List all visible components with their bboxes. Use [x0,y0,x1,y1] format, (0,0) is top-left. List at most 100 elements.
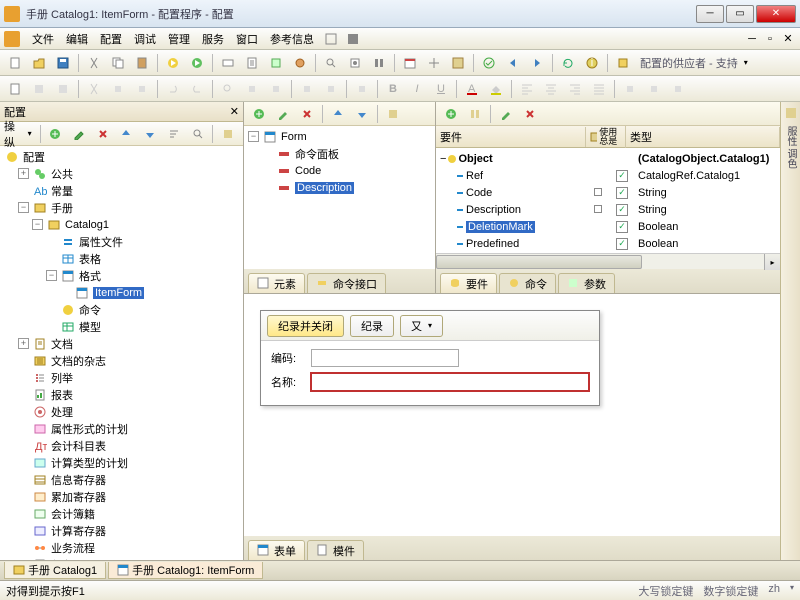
at-add-icon[interactable] [440,103,462,125]
tree-commands[interactable]: 命令 [0,301,243,318]
tab-elements[interactable]: 元素 [248,273,305,293]
tree-common[interactable]: +公共 [0,165,243,182]
tree-accumreg[interactable]: 累加寄存器 [0,488,243,505]
cfg-up-icon[interactable] [116,123,138,145]
attr-row[interactable]: Ref✓CatalogRef.Catalog1 [436,167,780,184]
col-name[interactable]: 要件 [436,127,586,147]
menu-edit[interactable]: 编辑 [60,29,94,49]
t2-b13-icon[interactable] [320,78,342,100]
tree-enum[interactable]: 列举 [0,369,243,386]
wtab-itemform[interactable]: 手册 Catalog1: ItemForm [108,562,263,579]
fe-code[interactable]: Code [244,162,435,179]
tool7-icon[interactable] [368,52,390,74]
tree-bp[interactable]: 业务流程 [0,539,243,556]
cfg-find-icon[interactable] [187,123,209,145]
attr-row[interactable]: DeletionMark✓Boolean [436,218,780,235]
t2-b20-icon[interactable] [619,78,641,100]
at-edit-icon[interactable] [495,103,517,125]
menu-file[interactable]: 文件 [26,29,60,49]
find-icon[interactable] [320,52,342,74]
t2-redo-icon[interactable] [186,78,208,100]
at-del-icon[interactable] [519,103,541,125]
t2-b14-icon[interactable] [351,78,373,100]
back-icon[interactable] [502,52,524,74]
fe-description[interactable]: Description [244,179,435,196]
save-button[interactable]: 纪录 [350,315,394,337]
tool10-icon[interactable] [447,52,469,74]
t2-b10-icon[interactable] [241,78,263,100]
tool11-icon[interactable] [478,52,500,74]
fe-down-icon[interactable] [351,103,373,125]
code-input[interactable] [311,349,459,367]
attr-hscroll[interactable]: ▸ [436,253,780,269]
menu-service[interactable]: 服务 [196,29,230,49]
inner-minimize-icon[interactable]: ─ [744,31,760,47]
maximize-button[interactable]: ▭ [726,5,754,23]
copy-icon[interactable] [107,52,129,74]
tree-coa[interactable]: Дт会计科目表 [0,437,243,454]
menu-help[interactable]: 参考信息 [264,29,320,49]
wtab-catalog1[interactable]: 手册 Catalog1 [4,562,106,579]
side-strip[interactable]: 服性 调色 [780,102,800,560]
menu-config[interactable]: 配置 [94,29,128,49]
tree-templates[interactable]: 模型 [0,318,243,335]
new-icon[interactable] [4,52,26,74]
at-col-icon[interactable] [464,103,486,125]
t2-cut-icon[interactable] [83,78,105,100]
cfg-edit-icon[interactable] [68,123,90,145]
config-close-icon[interactable]: ✕ [230,105,239,118]
tree-attrfiles[interactable]: 属性文件 [0,233,243,250]
paste-icon[interactable] [131,52,153,74]
align-justify-icon[interactable] [588,78,610,100]
cfg-extra-icon[interactable] [217,123,239,145]
tab-cmdif[interactable]: 命令接口 [307,273,386,293]
tree-docs[interactable]: +文档 [0,335,243,352]
menu-extra1-icon[interactable] [320,28,342,50]
supplier-text[interactable]: 配置的供应者 - 支持 [636,55,742,71]
fe-edit-icon[interactable] [272,103,294,125]
bold-icon[interactable]: B [382,78,404,100]
t2-b3-icon[interactable] [52,78,74,100]
attr-row[interactable]: −Object(CatalogObject.Catalog1) [436,150,780,167]
fe-up-icon[interactable] [327,103,349,125]
t2-paste-icon[interactable] [131,78,153,100]
name-input[interactable] [311,373,589,391]
menu-extra2-icon[interactable] [342,28,364,50]
close-button[interactable]: ✕ [756,5,796,23]
tab-params[interactable]: 参数 [558,273,615,293]
tool1-icon[interactable] [217,52,239,74]
t2-find-icon[interactable] [217,78,239,100]
save-close-button[interactable]: 纪录并关闭 [267,315,344,337]
cut-icon[interactable] [83,52,105,74]
t2-b22-icon[interactable] [667,78,689,100]
config-tree[interactable]: 配置 +公共 Ab常量 −手册 −Catalog1 属性文件 表格 −格式 It… [0,146,243,560]
tree-catalog[interactable]: −手册 [0,199,243,216]
menu-window[interactable]: 窗口 [230,29,264,49]
cfg-add-icon[interactable] [45,123,67,145]
attr-row[interactable]: Code✓String [436,184,780,201]
refresh-icon[interactable] [557,52,579,74]
t2-undo-icon[interactable] [162,78,184,100]
col-type[interactable]: 类型 [626,127,780,147]
tree-tables[interactable]: 表格 [0,250,243,267]
t2-new-icon[interactable] [4,78,26,100]
tree-calctype[interactable]: 计算类型的计划 [0,454,243,471]
tool4-icon[interactable] [289,52,311,74]
tree-accreg[interactable]: 会计簿籍 [0,505,243,522]
calendar-icon[interactable] [399,52,421,74]
t2-b21-icon[interactable] [643,78,665,100]
cfg-sort-icon[interactable] [163,123,185,145]
italic-icon[interactable]: I [406,78,428,100]
open-icon[interactable] [28,52,50,74]
fwd-icon[interactable] [526,52,548,74]
align-right-icon[interactable] [564,78,586,100]
tree-const[interactable]: Ab常量 [0,182,243,199]
attr-list[interactable]: −Object(CatalogObject.Catalog1)Ref✓Catal… [436,148,780,253]
cfg-del-icon[interactable] [92,123,114,145]
menu-debug[interactable]: 调试 [128,29,162,49]
tree-tasks[interactable]: 任务 [0,556,243,560]
tree-charchar[interactable]: 属性形式的计划 [0,420,243,437]
minimize-button[interactable]: ─ [696,5,724,23]
align-left-icon[interactable] [516,78,538,100]
tab-module[interactable]: 模件 [307,540,364,560]
